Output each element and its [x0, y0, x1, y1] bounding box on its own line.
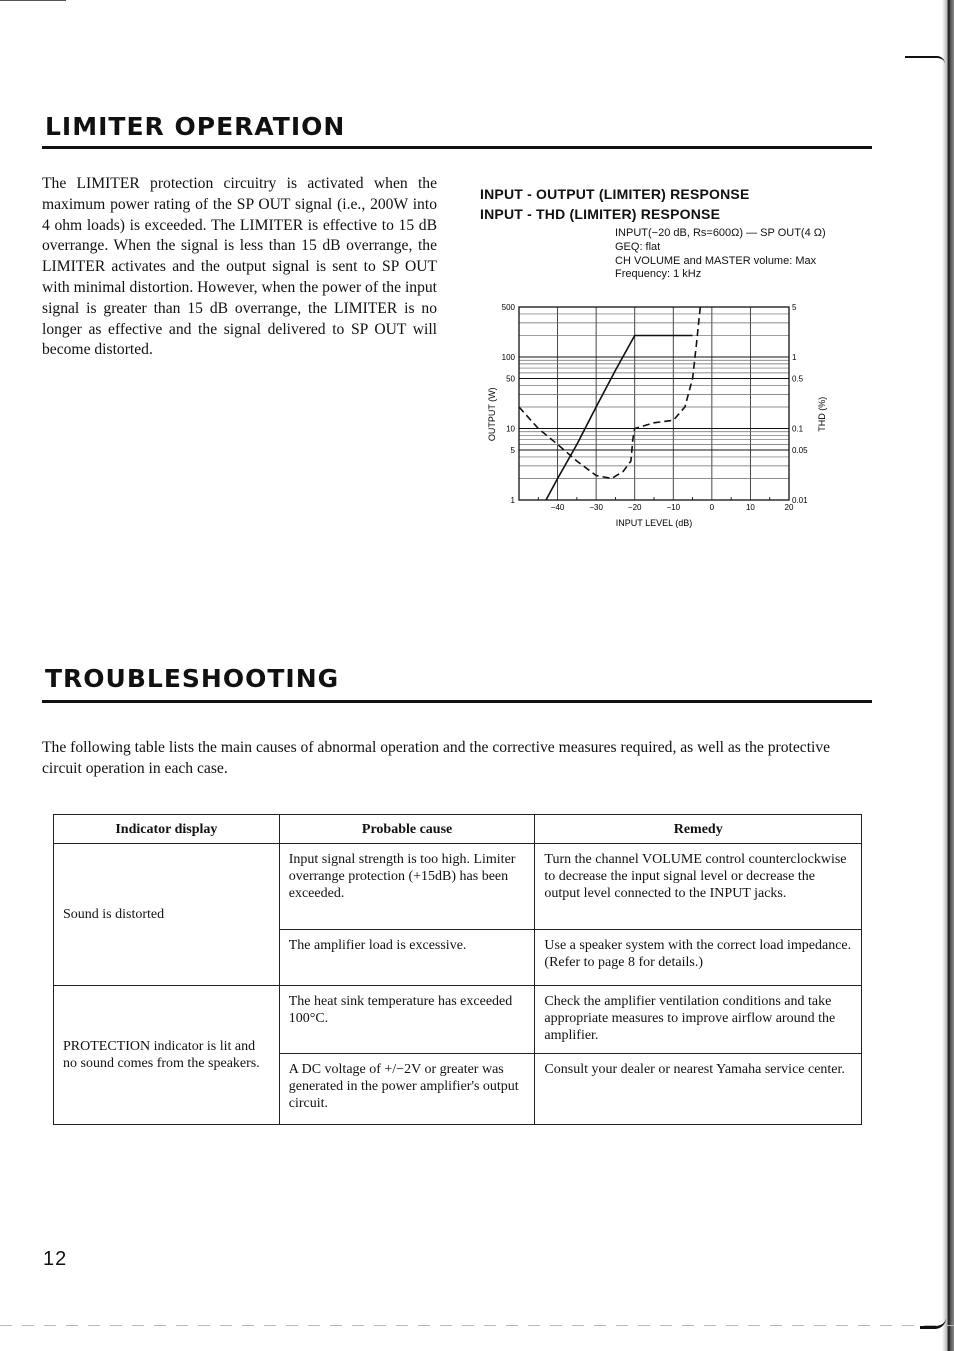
remedy-cell: Turn the channel VOLUME control counterc…: [534, 843, 862, 930]
x-tick-label: −20: [628, 503, 642, 512]
chart-note-frequency: Frequency: 1 kHz: [615, 268, 702, 280]
remedy-cell: Use a speaker system with the correct lo…: [534, 929, 862, 986]
indicator-cell: PROTECTION indicator is lit and no sound…: [53, 985, 280, 1125]
bottom-edge-rule: [0, 1325, 954, 1326]
limiter-section-title: LIMITER OPERATION: [45, 112, 346, 141]
y2-tick-label: 0.01: [792, 496, 808, 505]
troubleshooting-table: Indicator display Probable cause Remedy …: [53, 814, 862, 1125]
x-tick-label: −30: [589, 503, 603, 512]
x-tick-label: −40: [551, 503, 565, 512]
x-tick-label: 0: [710, 503, 715, 512]
header-indicator-display: Indicator display: [53, 814, 280, 844]
chart-note-geq: GEQ: flat: [615, 241, 661, 253]
troubleshooting-section-title: TROUBLESHOOTING: [45, 664, 340, 693]
y-tick-label: 500: [502, 303, 516, 312]
table-header-row: Indicator display Probable cause Remedy: [53, 814, 862, 844]
y2-tick-label: 0.5: [792, 375, 804, 384]
header-remedy: Remedy: [534, 814, 862, 844]
remedy-cell: Check the amplifier ventilation conditio…: [534, 985, 862, 1054]
indicator-cell: Sound is distorted: [53, 843, 280, 986]
limiter-response-chart: −40 −30 −20 −10 0 10 201510501005000.010.050.1…: [487, 303, 827, 528]
cause-cell: A DC voltage of +/−2V or greater was gen…: [278, 1053, 536, 1125]
cause-cell: The heat sink temperature has exceeded 1…: [278, 985, 536, 1054]
y-tick-label: 1: [511, 496, 516, 505]
chart-ticks: −40 −30 −20 −10 0 10 201510501005000.010.050.1…: [502, 303, 808, 512]
cause-cell: The amplifier load is excessive.: [278, 929, 536, 986]
troubleshooting-section-rule: [42, 700, 872, 703]
chart-note-input: INPUT(−20 dB, Rs=600Ω) — SP OUT(4 Ω): [615, 227, 826, 239]
top-edge-rule: [0, 0, 66, 1]
y2-tick-label: 1: [792, 353, 797, 362]
troubleshooting-intro: The following table lists the main cause…: [42, 739, 831, 777]
binding-curl-top: [905, 56, 945, 64]
limiter-body-text: The LIMITER protection circuitry is acti…: [42, 175, 437, 359]
y-tick-label: 50: [506, 375, 515, 384]
header-probable-cause: Probable cause: [278, 814, 536, 844]
x-axis-label: INPUT LEVEL (dB): [616, 518, 693, 528]
page-number: 12: [43, 1248, 68, 1270]
table-row: PROTECTION indicator is lit and no sound…: [53, 985, 862, 1125]
y2-axis-label: THD (%): [817, 397, 827, 432]
y-tick-label: 100: [502, 353, 516, 362]
y-tick-label: 5: [511, 446, 516, 455]
x-tick-label: −10: [666, 503, 680, 512]
y2-tick-label: 5: [792, 303, 797, 312]
y2-tick-label: 0.05: [792, 446, 808, 455]
chart-heading-thd: INPUT - THD (LIMITER) RESPONSE: [480, 206, 721, 222]
chart-heading-io: INPUT - OUTPUT (LIMITER) RESPONSE: [480, 186, 750, 202]
page-binding-edge: [942, 0, 954, 1351]
table-row: Sound is distorted Input signal strength…: [53, 843, 862, 986]
cause-cell: Input signal strength is too high. Limit…: [278, 843, 536, 930]
limiter-section-rule: [42, 146, 872, 149]
y-axis-label: OUTPUT (W): [487, 387, 497, 441]
y-tick-label: 10: [506, 424, 515, 433]
y2-tick-label: 0.1: [792, 424, 804, 433]
chart-note-volume: CH VOLUME and MASTER volume: Max: [615, 255, 817, 267]
remedy-cell: Consult your dealer or nearest Yamaha se…: [534, 1053, 862, 1125]
x-tick-label: 10: [746, 503, 755, 512]
